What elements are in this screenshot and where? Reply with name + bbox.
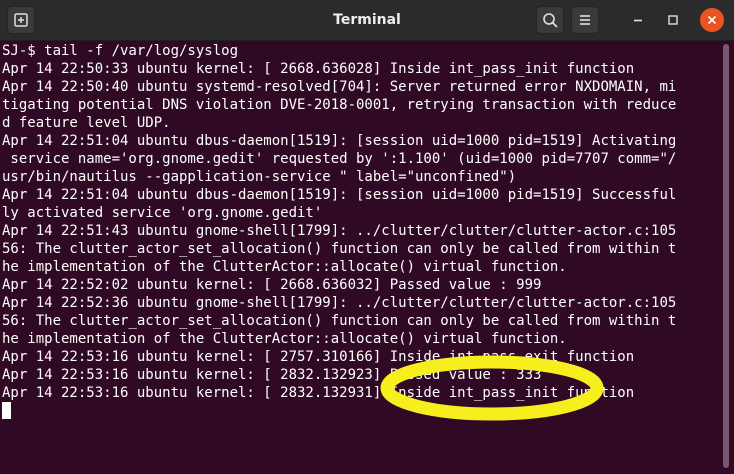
maximize-icon: [668, 15, 678, 25]
terminal-line: ly activated service 'org.gnome.gedit': [2, 205, 323, 221]
terminal-line: Apr 14 22:50:40 ubuntu systemd-resolved[…: [2, 79, 677, 95]
terminal-output[interactable]: SJ-$ tail -f /var/log/syslog Apr 14 22:50…: [0, 42, 720, 472]
terminal-line: Apr 14 22:53:16 ubuntu kernel: [ 2757.31…: [2, 349, 635, 365]
minimize-icon: [634, 19, 642, 22]
window-title: Terminal: [333, 12, 401, 28]
title-bar[interactable]: Terminal: [0, 0, 734, 41]
menu-button[interactable]: [571, 6, 599, 34]
terminal-cursor: [2, 402, 11, 419]
terminal-line: d feature level UDP.: [2, 115, 171, 131]
close-icon: [707, 15, 717, 25]
terminal-line: service name='org.gnome.gedit' requested…: [2, 151, 677, 167]
terminal-line: Apr 14 22:53:16 ubuntu kernel: [ 2832.13…: [2, 367, 542, 383]
terminal-line: Apr 14 22:51:04 ubuntu dbus-daemon[1519]…: [2, 187, 677, 203]
cursor-line: [2, 402, 720, 420]
terminal-line: Apr 14 22:53:16 ubuntu kernel: [ 2832.13…: [2, 385, 635, 401]
hamburger-menu-icon: [580, 15, 590, 25]
terminal-line: Apr 14 22:51:43 ubuntu gnome-shell[1799]…: [2, 223, 677, 239]
terminal-line: Apr 14 22:51:04 ubuntu dbus-daemon[1519]…: [2, 133, 677, 149]
close-button[interactable]: [700, 8, 724, 32]
minimize-button[interactable]: [626, 8, 650, 32]
terminal-line: 56: The clutter_actor_set_allocation() f…: [2, 241, 677, 257]
terminal-line: Apr 14 22:50:33 ubuntu kernel: [ 2668.63…: [2, 61, 635, 77]
search-button[interactable]: [536, 6, 564, 34]
search-icon: [543, 13, 558, 28]
scrollbar[interactable]: [723, 44, 729, 468]
maximize-button[interactable]: [661, 8, 685, 32]
terminal-line: SJ-$ tail -f /var/log/syslog: [2, 43, 239, 59]
terminal-line: usr/bin/nautilus --gapplication-service …: [2, 169, 517, 185]
terminal-line: tigating potential DNS violation DVE-201…: [2, 97, 677, 113]
terminal-line: 56: The clutter_actor_set_allocation() f…: [2, 313, 677, 329]
terminal-line: Apr 14 22:52:02 ubuntu kernel: [ 2668.63…: [2, 277, 542, 293]
terminal-line: he implementation of the ClutterActor::a…: [2, 331, 567, 347]
terminal-line: he implementation of the ClutterActor::a…: [2, 259, 567, 275]
terminal-line: Apr 14 22:52:36 ubuntu gnome-shell[1799]…: [2, 295, 677, 311]
terminal-window: Terminal SJ-$ tail -f /var/log/syslog Ap…: [0, 0, 734, 474]
